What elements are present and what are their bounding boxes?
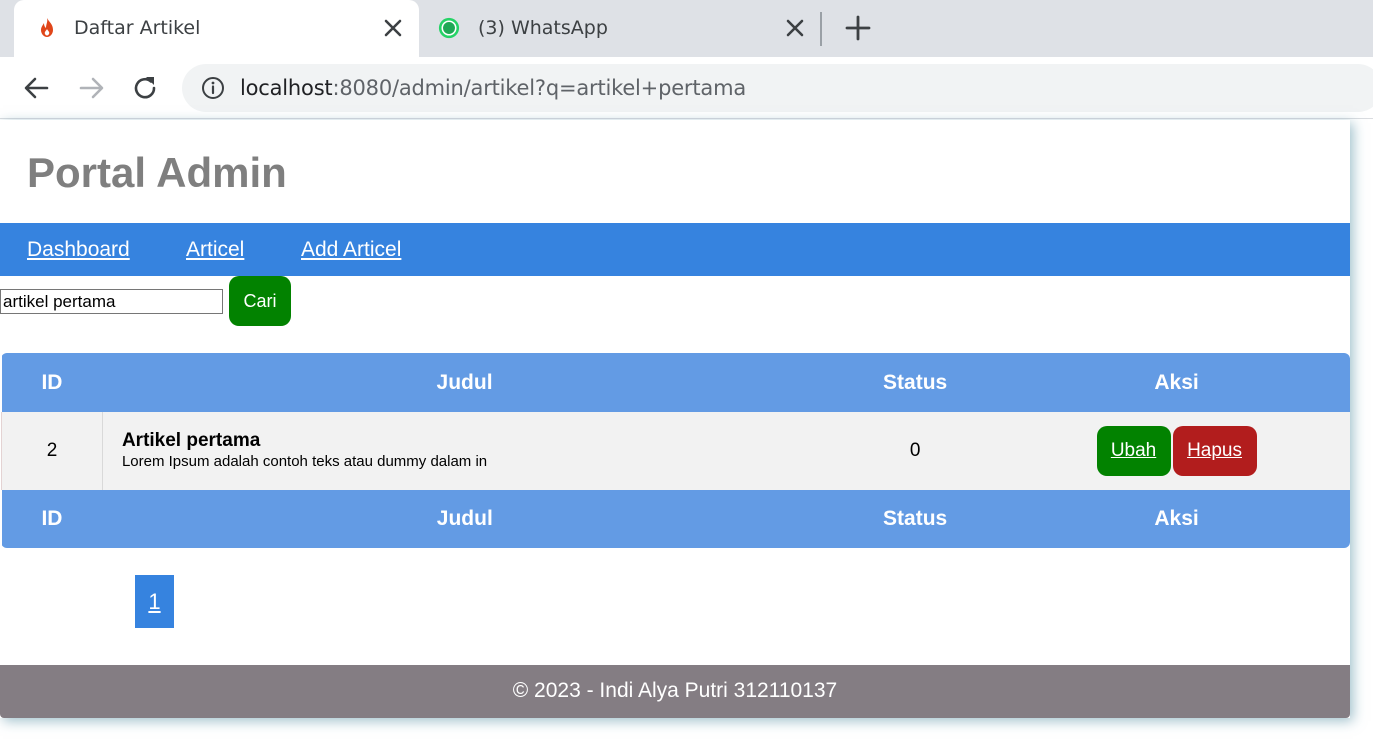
article-table-wrapper: ID Judul Status Aksi 2 Artikel pertama L…	[1, 353, 1350, 548]
footer-header-status: Status	[827, 490, 1004, 548]
cell-status: 0	[827, 412, 1004, 490]
footer-header-id: ID	[1, 490, 103, 548]
tab-title: (3) WhatsApp	[478, 17, 608, 39]
whatsapp-icon	[438, 17, 460, 39]
close-tab-icon[interactable]	[783, 16, 807, 40]
cell-judul: Artikel pertama Lorem Ipsum adalah conto…	[102, 412, 828, 490]
new-tab-plus-icon[interactable]	[844, 14, 872, 42]
address-bar[interactable]: localhost:8080/admin/artikel?q=artikel+p…	[182, 64, 1373, 112]
column-header-aksi: Aksi	[1003, 353, 1350, 412]
main-nav: Dashboard Articel Add Articel	[0, 223, 1350, 276]
cell-aksi: Ubah Hapus	[1003, 412, 1350, 490]
nav-link-add-articel[interactable]: Add Articel	[301, 238, 401, 262]
close-tab-icon[interactable]	[381, 16, 405, 40]
browser-toolbar: localhost:8080/admin/artikel?q=artikel+p…	[0, 57, 1373, 119]
browser-tab-strip: Daftar Artikel (3) WhatsApp	[0, 0, 1373, 57]
page-viewport: Portal Admin Dashboard Articel Add Artic…	[0, 120, 1373, 747]
delete-button[interactable]: Hapus	[1172, 426, 1257, 476]
site-info-icon[interactable]	[201, 76, 225, 100]
page-footer: © 2023 - Indi Alya Putri 312110137	[0, 665, 1350, 718]
reload-icon[interactable]	[130, 73, 160, 103]
back-arrow-icon[interactable]	[22, 73, 52, 103]
nav-link-dashboard[interactable]: Dashboard	[27, 238, 130, 262]
article-table: ID Judul Status Aksi 2 Artikel pertama L…	[1, 353, 1350, 548]
url-host: localhost	[240, 76, 333, 100]
table-row: 2 Artikel pertama Lorem Ipsum adalah con…	[1, 412, 1350, 490]
tab-whatsapp[interactable]: (3) WhatsApp	[421, 0, 821, 57]
article-title: Artikel pertama	[121, 430, 261, 451]
tab-daftar-artikel[interactable]: Daftar Artikel	[14, 0, 419, 57]
page-title: Portal Admin	[27, 149, 287, 196]
page-container: Portal Admin Dashboard Articel Add Artic…	[0, 120, 1350, 718]
column-header-id: ID	[1, 353, 103, 412]
url-path: :8080/admin/artikel?q=artikel+pertama	[332, 76, 746, 100]
edit-button[interactable]: Ubah	[1096, 426, 1171, 476]
codeigniter-flame-icon	[41, 18, 53, 37]
footer-header-aksi: Aksi	[1003, 490, 1350, 548]
footer-header-judul: Judul	[102, 490, 828, 548]
forward-arrow-icon[interactable]	[76, 73, 106, 103]
table-head: ID Judul Status Aksi	[1, 353, 1350, 412]
column-header-status: Status	[827, 353, 1004, 412]
cell-id: 2	[1, 412, 103, 490]
tab-title: Daftar Artikel	[74, 17, 201, 39]
search-input[interactable]	[0, 289, 223, 314]
column-header-judul: Judul	[102, 353, 828, 412]
nav-link-articel[interactable]: Articel	[186, 238, 244, 262]
table-foot: ID Judul Status Aksi	[1, 490, 1350, 548]
search-button[interactable]: Cari	[229, 276, 291, 326]
article-excerpt: Lorem Ipsum adalah contoh teks atau dumm…	[121, 453, 488, 470]
pagination-page-1[interactable]: 1	[135, 575, 174, 628]
tab-separator	[820, 12, 822, 46]
url-text: localhost:8080/admin/artikel?q=artikel+p…	[240, 76, 746, 100]
